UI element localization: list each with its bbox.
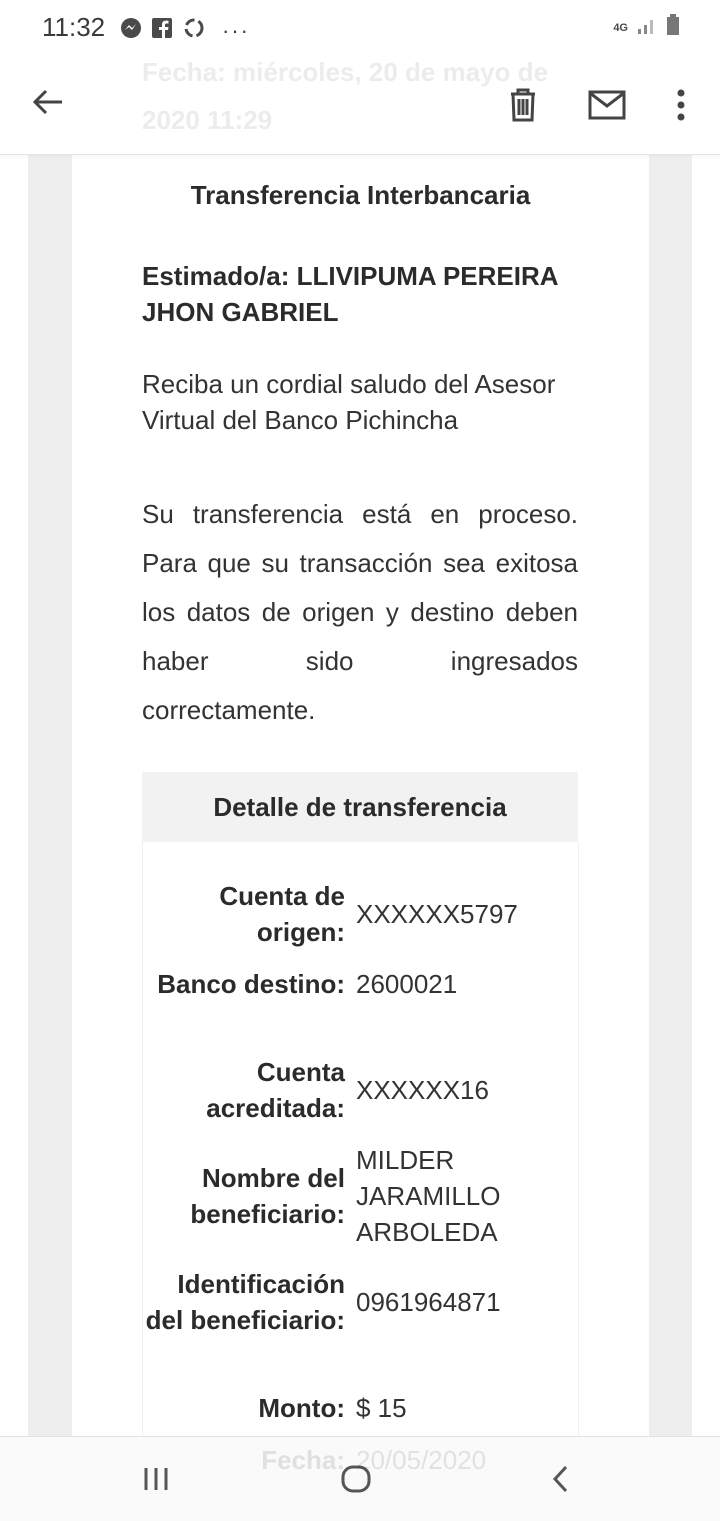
- detail-row-beneficiary-id: Identificación del beneficiario: 0961964…: [142, 1266, 578, 1338]
- status-bar: 11:32 ··· 4G: [0, 0, 720, 56]
- detail-value: 0961964871: [356, 1287, 501, 1317]
- facebook-icon: [152, 18, 172, 43]
- detail-row-destination-bank: Banco destino: 2600021: [142, 966, 578, 1002]
- detail-label: Cuenta acreditada:: [206, 1057, 345, 1123]
- intro-text: Reciba un cordial saludo del Asesor Virt…: [142, 369, 556, 435]
- email-title: Transferencia Interbancaria: [190, 180, 531, 210]
- detail-row-date: Fecha: 20/05/2020: [142, 1442, 578, 1478]
- detail-label: Cuenta de origen:: [219, 881, 345, 947]
- faded-date-header: Fecha: miércoles, 20 de mayo de 2020 11:…: [142, 57, 549, 135]
- detail-row-credited-account: Cuenta acreditada: XXXXXX16: [142, 1054, 578, 1126]
- back-arrow-icon[interactable]: [26, 80, 70, 124]
- detail-value: XXXXXX16: [356, 1075, 489, 1105]
- overflow-menu-icon[interactable]: [666, 84, 696, 126]
- detail-row-beneficiary-name: Nombre del beneficiario: MILDER JARAMILL…: [142, 1142, 578, 1250]
- signal-icon: [636, 15, 658, 40]
- detail-row-origin-account: Cuenta de origen: XXXXXX5797: [142, 878, 578, 950]
- sync-icon: [182, 16, 206, 45]
- more-notifications: ···: [222, 17, 250, 43]
- detail-row-amount: Monto: $ 15: [142, 1390, 578, 1426]
- detail-value: 2600021: [356, 969, 458, 999]
- detail-value: 20/05/2020: [356, 1445, 487, 1475]
- detail-value: $ 15: [356, 1393, 407, 1423]
- messenger-icon: [120, 17, 142, 44]
- notification-icons: ···: [120, 16, 250, 45]
- greeting: Estimado/a: LLIVIPUMA PEREIRA JHON GABRI…: [142, 261, 558, 327]
- network-label: 4G: [613, 21, 628, 34]
- system-status: 4G: [613, 14, 680, 41]
- detail-label: Monto:: [258, 1393, 345, 1423]
- detail-label: Fecha:: [261, 1445, 345, 1475]
- detail-label: Identificación del beneficiario:: [145, 1269, 345, 1335]
- body-text: Su transferencia está en proceso. Para q…: [142, 499, 578, 725]
- detail-label: Nombre del beneficiario:: [190, 1163, 345, 1229]
- battery-icon: [666, 14, 680, 41]
- detail-value: XXXXXX5797: [356, 899, 518, 929]
- mail-icon[interactable]: [586, 84, 628, 126]
- detail-header: Detalle de transferencia: [142, 772, 578, 842]
- status-time: 11:32: [42, 12, 106, 42]
- detail-label: Banco destino:: [157, 969, 345, 999]
- detail-value: MILDER JARAMILLO ARBOLEDA: [356, 1145, 501, 1247]
- delete-icon[interactable]: [502, 84, 544, 126]
